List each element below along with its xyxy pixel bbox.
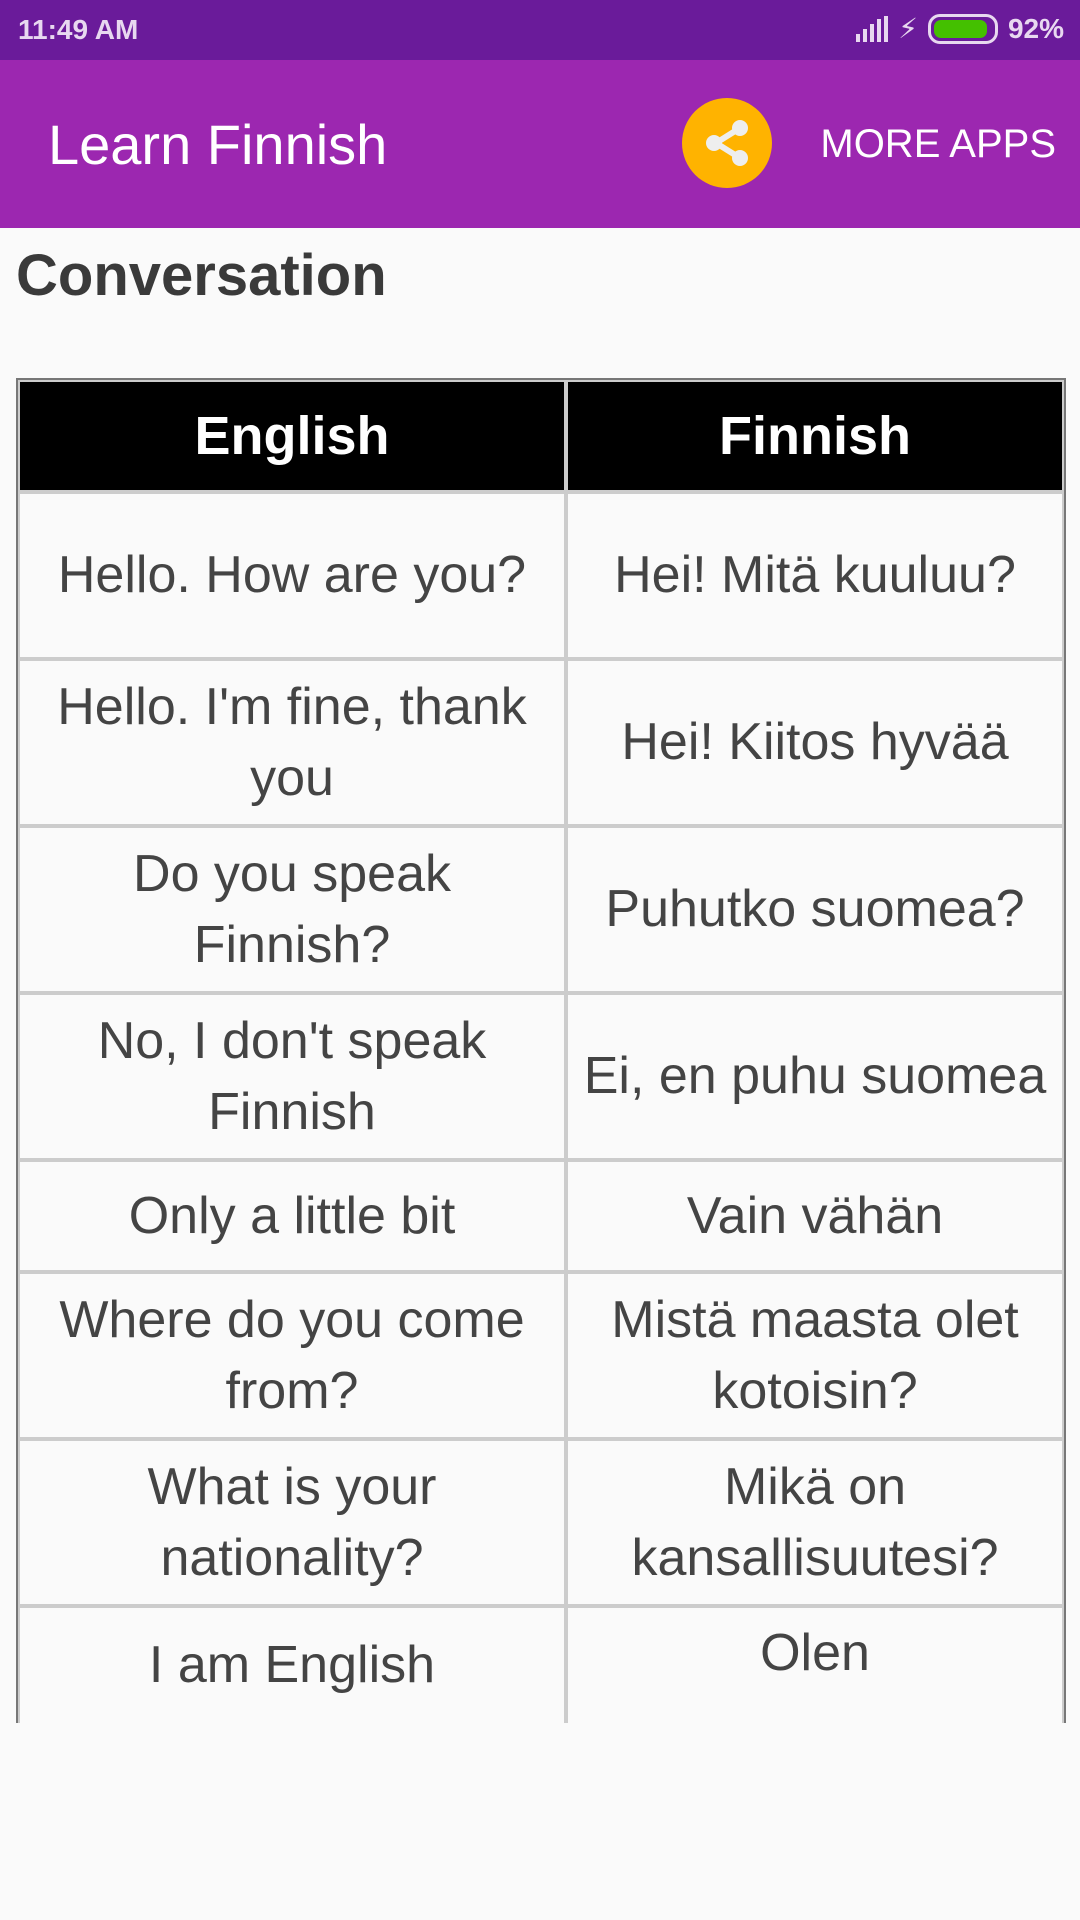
status-bar: 11:49 AM ⚡ 92% bbox=[0, 0, 1080, 60]
finnish-cell: Mistä maasta olet kotoisin? bbox=[568, 1274, 1062, 1437]
finnish-cell: Vain vähän bbox=[568, 1162, 1062, 1270]
table-row: Hello. How are you? Hei! Mitä kuuluu? bbox=[20, 494, 1062, 657]
finnish-cell: Olen bbox=[568, 1608, 1062, 1723]
section-title: Conversation bbox=[16, 243, 387, 308]
english-cell: Where do you come from? bbox=[20, 1274, 564, 1437]
phrase-table: English Finnish Hello. How are you? Hei! … bbox=[16, 378, 1066, 1723]
status-time: 11:49 AM bbox=[18, 14, 139, 45]
table-row: Only a little bit Vain vähän bbox=[20, 1162, 1062, 1270]
english-cell: What is your nationality? bbox=[20, 1441, 564, 1604]
finnish-cell: Hei! Kiitos hyvää bbox=[568, 661, 1062, 824]
header-english: English bbox=[20, 382, 564, 490]
battery-percent: 92% bbox=[1007, 12, 1064, 44]
table-row: Where do you come from? Mistä maasta olet… bbox=[20, 1274, 1062, 1437]
app-bar: Learn Finnish MORE APPS bbox=[0, 60, 1080, 228]
english-cell: Hello. I'm fine, thank you bbox=[20, 661, 564, 824]
finnish-cell: Ei, en puhu suomea bbox=[568, 995, 1062, 1158]
english-cell: Do you speak Finnish? bbox=[20, 828, 564, 991]
table-row: Hello. I'm fine, thank you Hei! Kiitos hy… bbox=[20, 661, 1062, 824]
finnish-cell: Puhutko suomea? bbox=[568, 828, 1062, 991]
table-row: Do you speak Finnish? Puhutko suomea? bbox=[20, 828, 1062, 991]
table-row: No, I don't speak Finnish Ei, en puhu suo… bbox=[20, 995, 1062, 1158]
app-title: Learn Finnish bbox=[48, 113, 388, 176]
finnish-cell: Mikä on kansallisuutesi? bbox=[568, 1441, 1062, 1604]
more-apps-button[interactable]: MORE APPS bbox=[820, 122, 1056, 167]
battery-icon bbox=[927, 13, 998, 44]
english-cell: I am English bbox=[20, 1608, 564, 1723]
english-cell: Hello. How are you? bbox=[20, 494, 564, 657]
finnish-cell: Hei! Mitä kuuluu? bbox=[568, 494, 1062, 657]
share-button[interactable] bbox=[682, 98, 772, 188]
table-row: I am English Olen bbox=[20, 1608, 1062, 1723]
signal-icon bbox=[856, 15, 889, 42]
charging-icon: ⚡ bbox=[898, 13, 918, 44]
english-cell: No, I don't speak Finnish bbox=[20, 995, 564, 1158]
share-icon bbox=[706, 120, 748, 166]
bottom-blank bbox=[0, 1723, 1080, 1920]
header-finnish: Finnish bbox=[568, 382, 1062, 490]
table-header: English Finnish bbox=[20, 382, 1062, 490]
table-row: What is your nationality? Mikä on kansall… bbox=[20, 1441, 1062, 1604]
english-cell: Only a little bit bbox=[20, 1162, 564, 1270]
